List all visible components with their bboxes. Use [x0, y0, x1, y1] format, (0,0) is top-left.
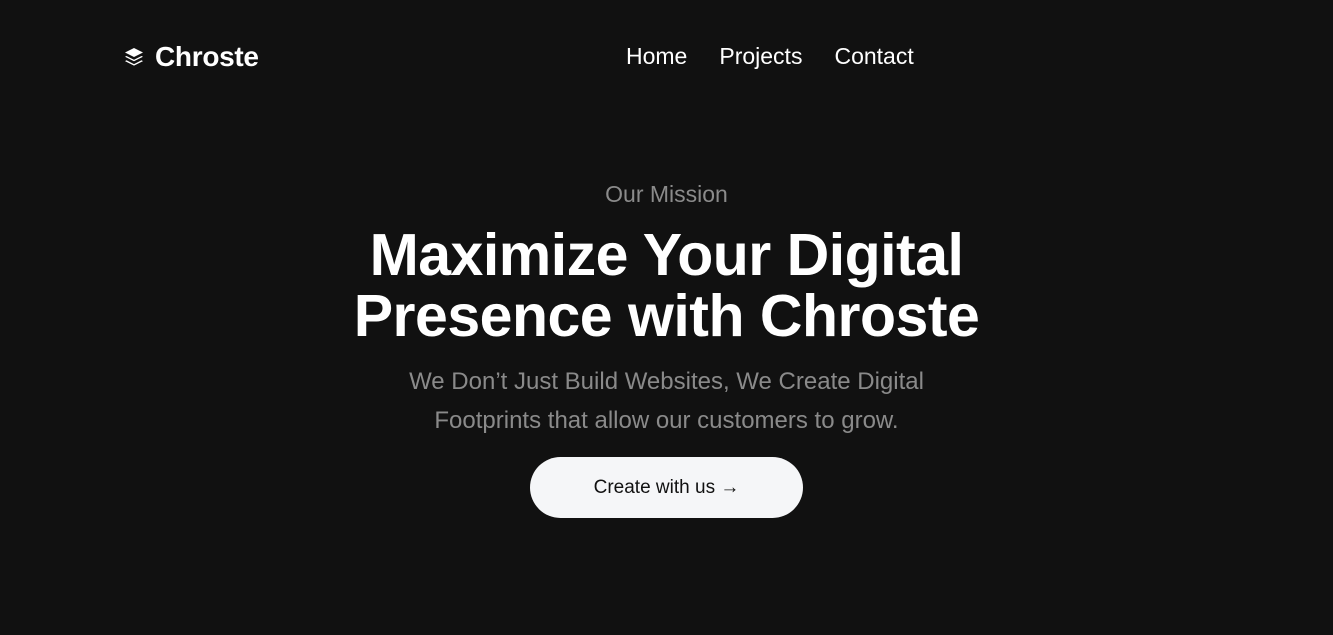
- hero-section: Our Mission Maximize Your Digital Presen…: [0, 175, 1333, 518]
- create-with-us-button[interactable]: Create with us →: [530, 457, 803, 518]
- page: Chroste Home Projects Contact Our Missio…: [0, 0, 1333, 635]
- site-header: Chroste Home Projects Contact: [0, 0, 1333, 112]
- nav-item-projects[interactable]: Projects: [719, 43, 802, 70]
- layers-icon: [123, 46, 145, 68]
- brand-logo-link[interactable]: Chroste: [123, 40, 259, 74]
- nav-item-contact[interactable]: Contact: [834, 43, 913, 70]
- hero-eyebrow: Our Mission: [605, 181, 728, 207]
- main-nav: Home Projects Contact: [626, 40, 914, 72]
- hero-headline: Maximize Your Digital Presence with Chro…: [353, 222, 980, 349]
- nav-item-home[interactable]: Home: [626, 43, 687, 70]
- brand-name: Chroste: [155, 41, 259, 72]
- hero-subtext: We Don’t Just Build Websites, We Create …: [409, 368, 924, 434]
